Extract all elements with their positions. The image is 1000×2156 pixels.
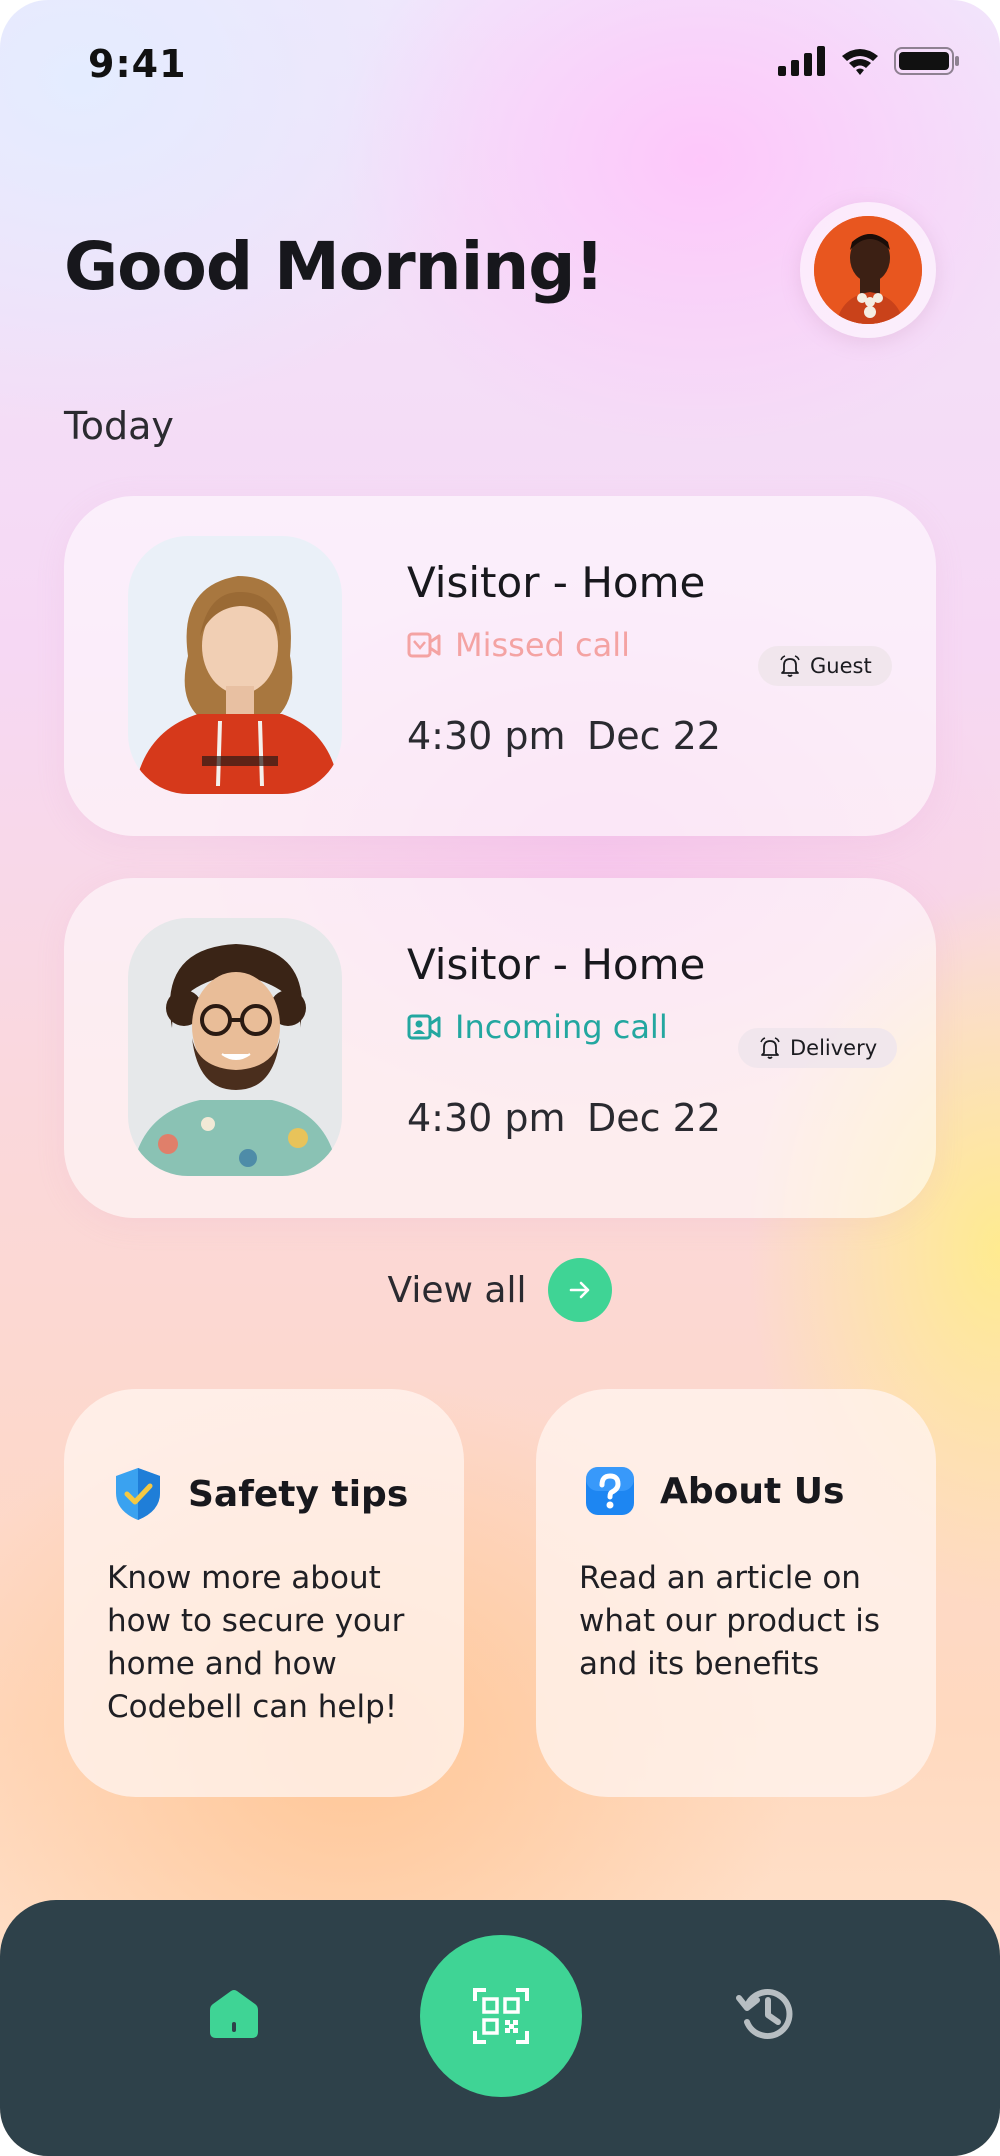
call-status: Incoming call — [407, 1008, 668, 1046]
visit-title: Visitor - Home — [407, 940, 706, 989]
question-icon — [586, 1467, 634, 1515]
signal-icon — [778, 46, 825, 76]
nav-home-button[interactable] — [204, 1984, 264, 2044]
wifi-icon — [842, 49, 878, 75]
call-time: 4:30 pm — [407, 1096, 566, 1140]
view-all-label: View all — [387, 1269, 527, 1311]
info-card-body: Read an article on what our product is a… — [579, 1560, 881, 1682]
call-status-label: Incoming call — [455, 1008, 668, 1046]
avatar — [814, 216, 922, 324]
nav-scan-button[interactable] — [420, 1935, 582, 2097]
visitor-tag-label: Guest — [810, 654, 872, 678]
visit-title: Visitor - Home — [407, 558, 706, 607]
call-time: 4:30 pm — [407, 714, 566, 758]
home-icon — [210, 1990, 258, 2038]
visitor-tag: Guest — [758, 646, 892, 686]
battery-icon — [894, 47, 959, 75]
info-card-header: Safety tips — [112, 1465, 408, 1523]
view-all-button[interactable] — [548, 1258, 613, 1322]
visit-card[interactable]: Visitor - Home Missed call 4:30 pm Dec 2… — [64, 496, 936, 836]
safety-tips-card[interactable]: Safety tips Know more about how to secur… — [64, 1389, 464, 1797]
status-icons — [778, 46, 960, 76]
visitor-photo — [128, 918, 342, 1176]
status-bar: 9:41 — [0, 0, 1000, 130]
info-card-title: Safety tips — [188, 1473, 409, 1515]
incoming-video-call-icon — [407, 1014, 441, 1040]
call-date: Dec 22 — [587, 714, 721, 758]
status-time: 9:41 — [88, 42, 187, 86]
info-card-header: About Us — [584, 1465, 844, 1517]
nav-history-button[interactable] — [735, 1982, 799, 2046]
avatar-image — [814, 216, 922, 324]
qr-scan-icon — [473, 1988, 529, 2044]
visitor-photo — [128, 536, 342, 794]
visitor-tag: Delivery — [738, 1028, 898, 1068]
home-screen: 9:41 Good Morning! Today Visitor - Home … — [0, 0, 1000, 2156]
about-us-card[interactable]: About Us Read an article on what our pro… — [536, 1389, 936, 1797]
greeting-title: Good Morning! — [64, 228, 605, 305]
call-status-label: Missed call — [455, 626, 630, 664]
call-date: Dec 22 — [587, 1096, 721, 1140]
missed-video-call-icon — [407, 632, 441, 658]
bottom-nav — [0, 1900, 1000, 2156]
profile-avatar-button[interactable] — [800, 202, 936, 338]
info-card-body: Know more about how to secure your home … — [107, 1560, 405, 1725]
bell-icon — [760, 1037, 780, 1059]
history-icon — [736, 1989, 793, 2039]
section-label-today: Today — [64, 404, 174, 448]
visitor-tag-label: Delivery — [790, 1036, 878, 1060]
view-all-link[interactable]: View all — [0, 1258, 1000, 1322]
info-card-title: About Us — [660, 1470, 845, 1512]
visit-card[interactable]: Visitor - Home Incoming call 4:30 pm Dec… — [64, 878, 936, 1218]
shield-check-icon — [116, 1468, 160, 1520]
bell-icon — [780, 655, 800, 677]
arrow-right-icon — [570, 1281, 590, 1299]
call-status: Missed call — [407, 626, 630, 664]
